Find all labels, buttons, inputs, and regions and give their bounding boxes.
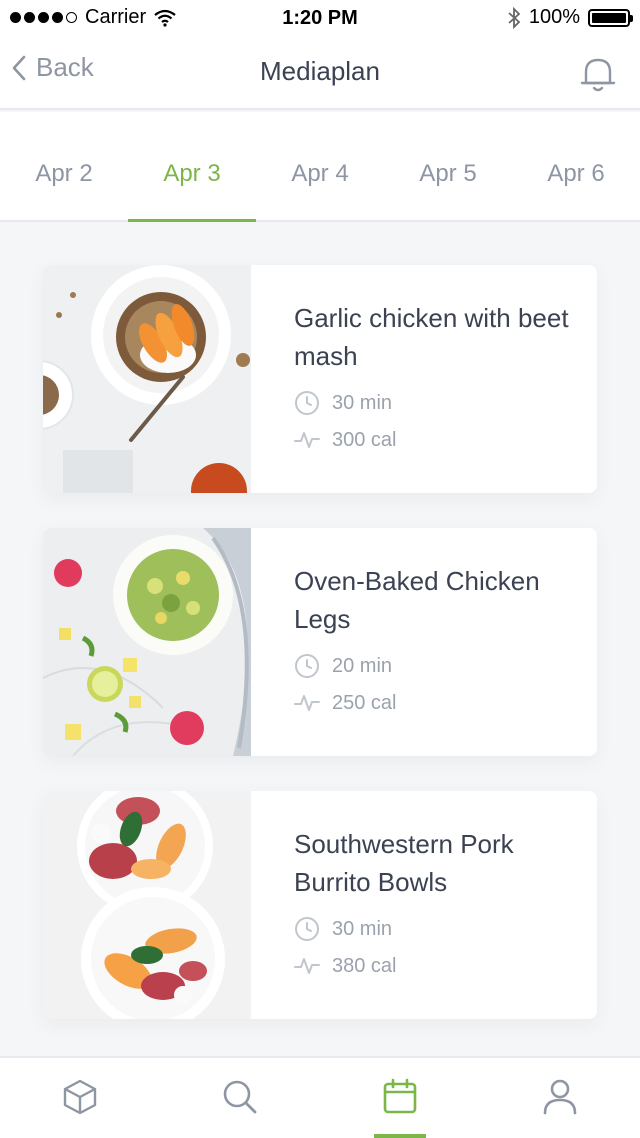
recipe-image-prosciutto-melon-plates [43, 791, 251, 1019]
recipe-card[interactable]: Southwestern Pork Burrito Bowls 30 min 3… [43, 791, 597, 1019]
pulse-icon [294, 958, 320, 974]
recipe-image-granola-peach-bowl [43, 265, 251, 493]
tab-apr-2[interactable]: Apr 2 [0, 112, 128, 222]
recipe-time: 30 min [294, 390, 392, 416]
nav-bar: Back Mediaplan [0, 40, 640, 110]
recipe-title: Southwestern Pork Burrito Bowls [294, 829, 514, 897]
recipe-title: Garlic chicken with beet mash [294, 303, 569, 371]
clock-icon [295, 391, 319, 415]
tab-profile[interactable] [534, 1078, 586, 1122]
profile-icon [543, 1079, 577, 1115]
search-icon [223, 1080, 257, 1114]
tab-calendar[interactable] [374, 1078, 426, 1122]
pulse-icon [294, 695, 320, 711]
calendar-icon [383, 1078, 417, 1114]
tab-home[interactable] [54, 1078, 106, 1122]
recipe-calories-value: 300 cal [332, 428, 397, 451]
recipe-calories: 300 cal [294, 427, 397, 453]
active-tab-indicator [128, 219, 256, 222]
tab-apr-5[interactable]: Apr 5 [384, 112, 512, 222]
recipe-calories: 380 cal [294, 953, 397, 979]
recipe-calories-value: 250 cal [332, 691, 397, 714]
status-right: 100% [507, 6, 633, 29]
recipe-time: 30 min [294, 916, 392, 942]
recipe-time-value: 20 min [332, 654, 393, 677]
recipe-card[interactable]: Oven-Baked Chicken Legs 20 min 250 cal [43, 528, 597, 756]
status-bar: Carrier 1:20 PM 100% [0, 0, 640, 40]
recipe-calories-value: 380 cal [332, 954, 397, 977]
date-tabs: Apr 2 Apr 3 Apr 4 Apr 5 Apr 6 [0, 112, 640, 222]
page-title: Mediaplan [260, 56, 380, 86]
battery-percent: 100% [528, 6, 580, 28]
tab-apr-4[interactable]: Apr 4 [256, 112, 384, 222]
recipe-card[interactable]: Garlic chicken with beet mash 30 min 300… [43, 265, 597, 493]
tab-bar [0, 1056, 640, 1138]
recipe-image-avocado-salad-bowl [43, 528, 251, 756]
clock-icon [295, 917, 319, 941]
recipe-time: 20 min [294, 653, 392, 679]
notifications-button[interactable] [580, 54, 616, 99]
box-icon [63, 1079, 97, 1115]
tab-apr-6[interactable]: Apr 6 [512, 112, 640, 222]
recipe-time-value: 30 min [332, 917, 393, 940]
tab-apr-3[interactable]: Apr 3 [128, 112, 256, 222]
battery-icon [588, 8, 633, 27]
clock-icon [295, 654, 319, 678]
bell-icon [580, 58, 616, 92]
recipe-time-value: 30 min [332, 391, 393, 414]
recipe-title: Oven-Baked Chicken Legs [294, 566, 540, 634]
recipe-calories: 250 cal [294, 690, 397, 716]
active-tab-indicator [374, 1134, 426, 1138]
pulse-icon [294, 432, 320, 448]
tab-search[interactable] [214, 1078, 266, 1122]
bluetooth-icon [508, 6, 521, 29]
